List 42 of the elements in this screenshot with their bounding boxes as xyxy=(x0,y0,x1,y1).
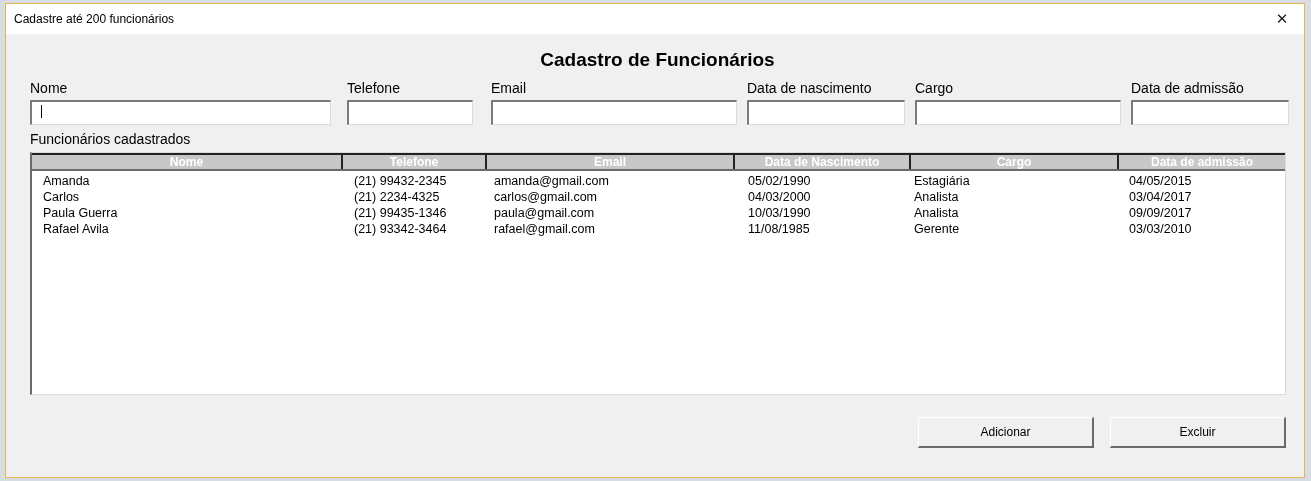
table-cell: 03/04/2017 xyxy=(1129,190,1192,204)
field-label: Telefone xyxy=(347,80,401,98)
table-cell: Paula Guerra xyxy=(43,206,118,220)
table-cell: 04/05/2015 xyxy=(1129,174,1192,188)
table-cell: carlos@gmail.com xyxy=(494,190,597,204)
table-cell: 05/02/1990 xyxy=(748,174,811,188)
table-cell: Amanda xyxy=(43,174,90,188)
action-button[interactable]: Excluir xyxy=(1110,417,1286,448)
table-cell: Rafael Avila xyxy=(43,222,109,236)
table-cell: rafael@gmail.com xyxy=(494,222,595,236)
list-caption: Funcionários cadastrados xyxy=(30,131,192,147)
input-field[interactable] xyxy=(491,100,737,125)
window-title: Cadastre até 200 funcionários xyxy=(14,12,175,26)
table-cell: 11/08/1985 xyxy=(748,222,810,236)
field-label: Email xyxy=(491,80,527,98)
form-heading: Cadastro de Funcionários xyxy=(539,49,776,71)
table-cell: Carlos xyxy=(43,190,80,204)
table-cell: Analista xyxy=(914,206,959,220)
input-field[interactable] xyxy=(30,100,331,125)
input-field[interactable] xyxy=(915,100,1121,125)
table-cell: Estagiária xyxy=(914,174,970,188)
input-field[interactable] xyxy=(1131,100,1289,125)
table-cell: amanda@gmail.com xyxy=(494,174,609,188)
field-label: Nome xyxy=(30,80,69,98)
table-cell: paula@gmail.com xyxy=(494,206,595,220)
table-cell: Gerente xyxy=(914,222,960,236)
table-cell: (21) 2234-4325 xyxy=(354,190,440,204)
field-label: Data de admissão xyxy=(1131,80,1245,98)
table-cell: Analista xyxy=(914,190,959,204)
table-cell: 10/03/1990 xyxy=(748,206,811,220)
field-label: Data de nascimento xyxy=(747,80,873,98)
input-field[interactable] xyxy=(747,100,905,125)
table-cell: (21) 99435-1346 xyxy=(354,206,447,220)
table-cell: 04/03/2000 xyxy=(748,190,811,204)
table-cell: 03/03/2010 xyxy=(1129,222,1192,236)
close-button[interactable]: ✕ xyxy=(1268,5,1296,33)
table-cell: (21) 99432-2345 xyxy=(354,174,447,188)
action-button[interactable]: Adicionar xyxy=(918,417,1094,448)
table-cell: (21) 93342-3464 xyxy=(354,222,447,236)
table-cell: 09/09/2017 xyxy=(1129,206,1192,220)
field-label: Cargo xyxy=(915,80,955,98)
input-field[interactable] xyxy=(347,100,473,125)
